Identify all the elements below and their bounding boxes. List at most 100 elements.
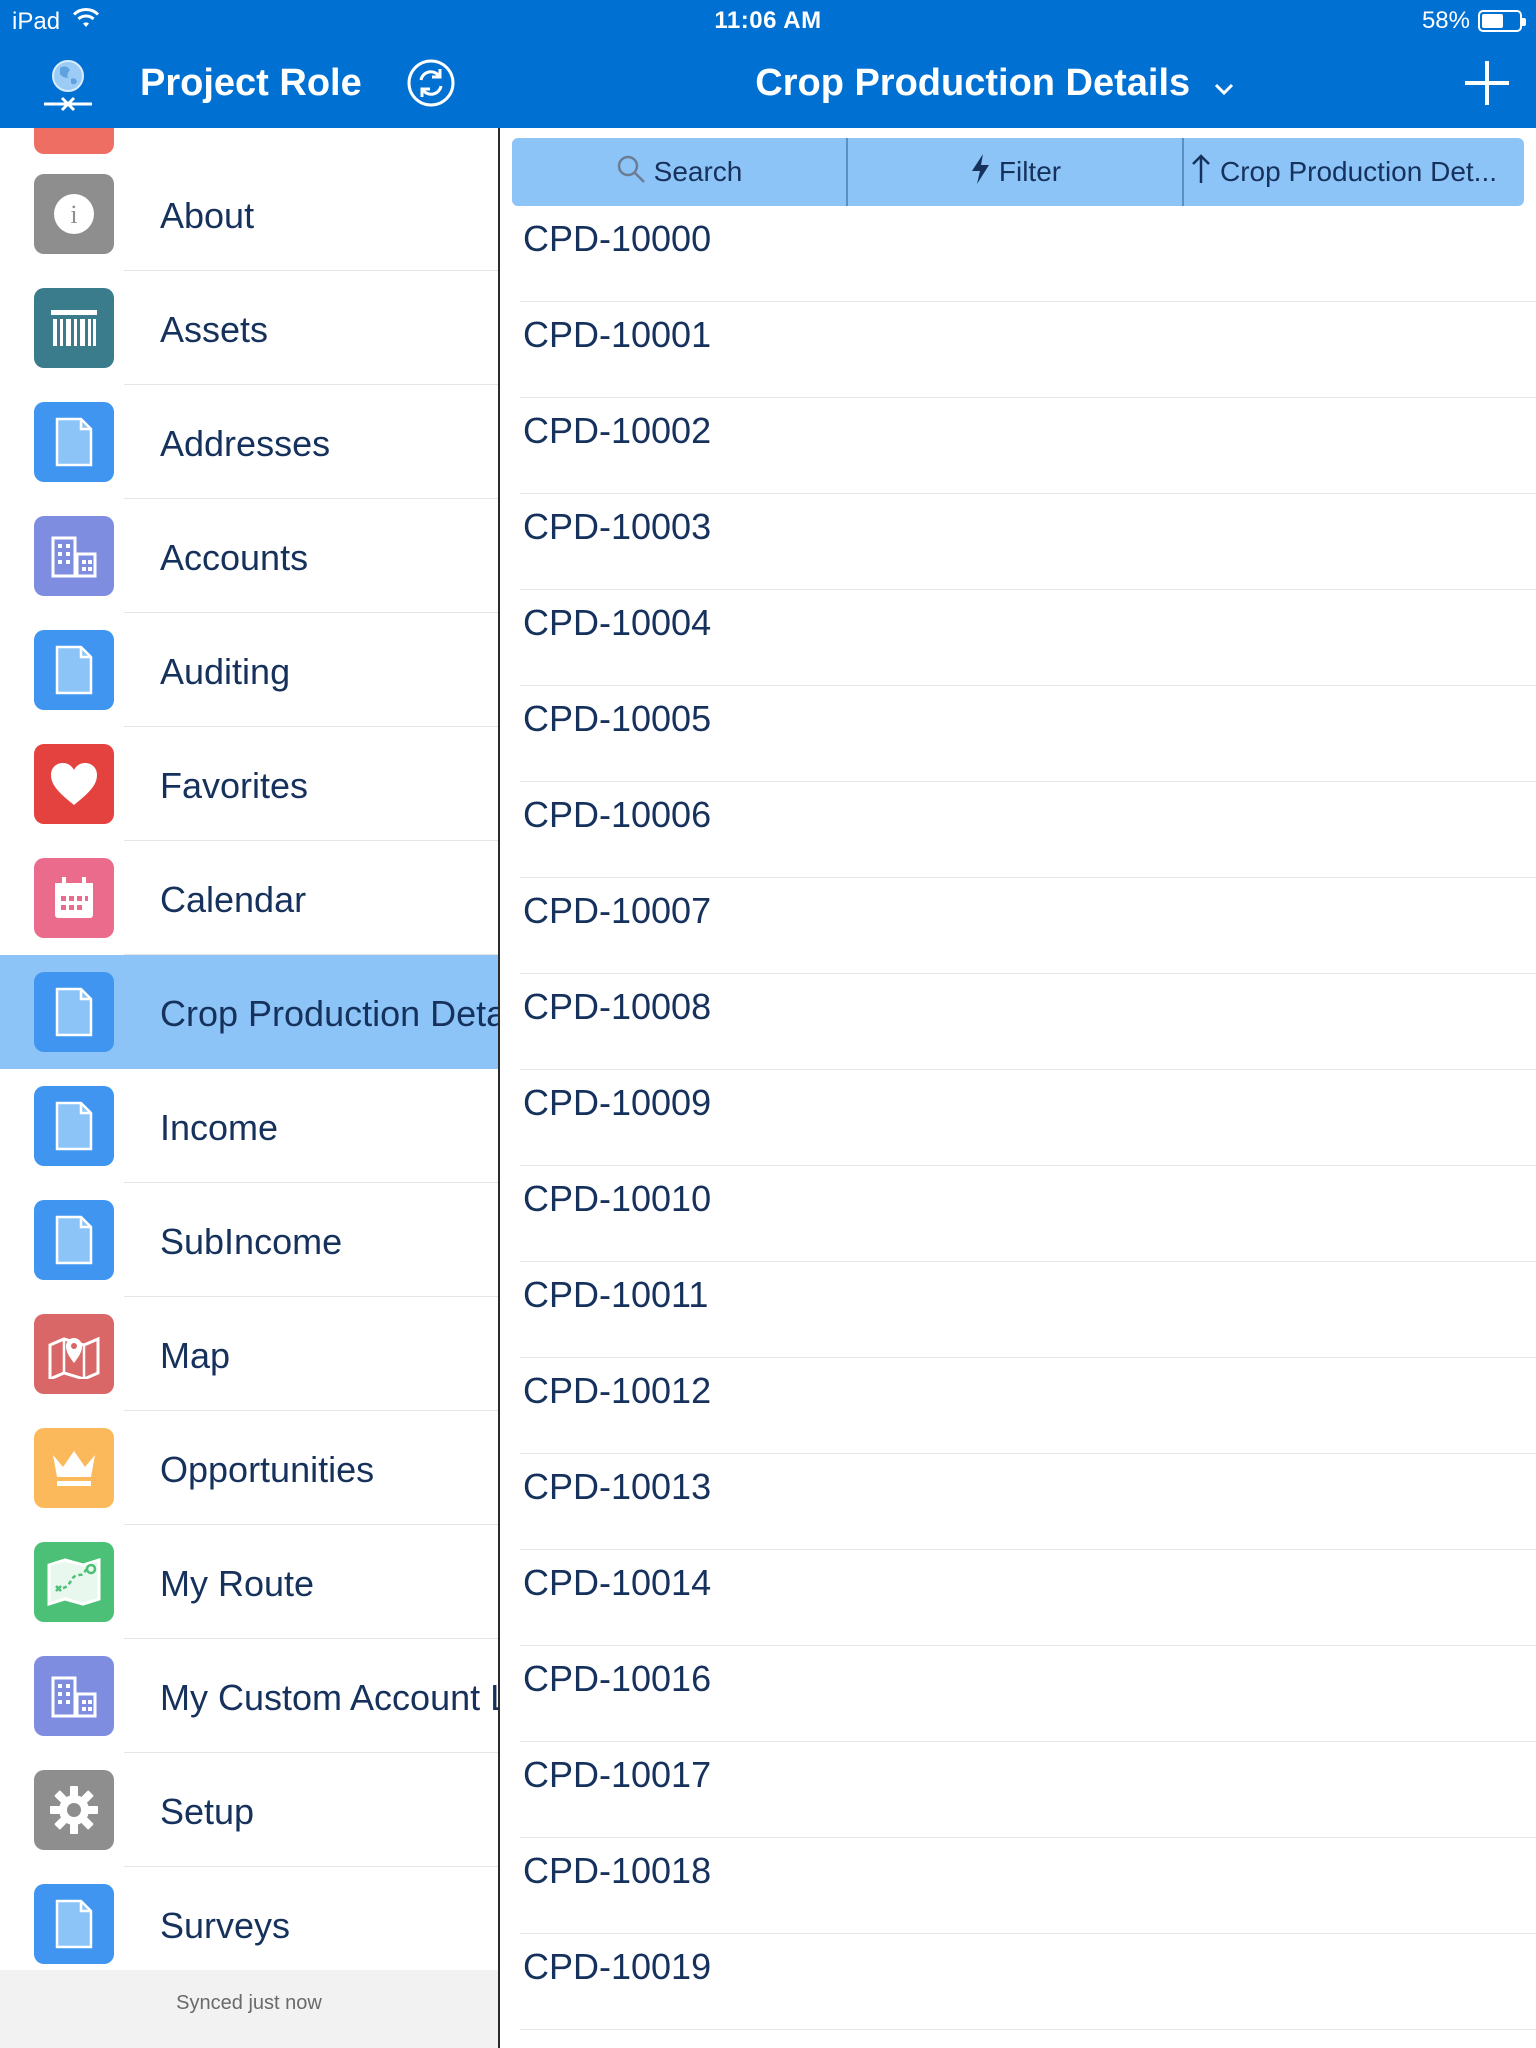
sidebar-item-label: Crop Production Details (160, 993, 498, 1034)
record-row[interactable]: CPD-10000 (502, 206, 1536, 302)
lightning-icon (969, 153, 991, 192)
record-row[interactable]: CPD-10019 (502, 1934, 1536, 2030)
document-icon (34, 1884, 114, 1964)
record-row[interactable]: CPD-10003 (502, 494, 1536, 590)
sidebar-item-label: My Route (160, 1563, 315, 1604)
sidebar-item-label: Assets (160, 309, 269, 350)
record-row[interactable]: CPD-10005 (502, 686, 1536, 782)
sidebar-item-setup[interactable]: Setup (0, 1753, 498, 1867)
record-name: CPD-10012 (523, 1370, 712, 1411)
record-row[interactable]: CPD-10017 (502, 1742, 1536, 1838)
sidebar-item-calendar[interactable]: Calendar (0, 841, 498, 955)
sidebar-item-map[interactable]: Map (0, 1297, 498, 1411)
record-name: CPD-10007 (523, 890, 712, 931)
record-name: CPD-10000 (523, 218, 712, 259)
page-title: Crop Production Details (755, 62, 1191, 104)
sidebar-item-label: Opportunities (160, 1449, 375, 1490)
sidebar-item-opportunities[interactable]: Opportunities (0, 1411, 498, 1525)
record-row[interactable]: CPD-10011 (502, 1262, 1536, 1358)
record-row[interactable]: CPD-10004 (502, 590, 1536, 686)
search-icon (616, 154, 646, 191)
document-icon (34, 972, 114, 1052)
sidebar-item-surveys[interactable]: Surveys (0, 1867, 498, 1981)
record-row[interactable]: CPD-10007 (502, 878, 1536, 974)
record-row[interactable]: CPD-10013 (502, 1454, 1536, 1550)
record-name: CPD-10008 (523, 986, 712, 1027)
sidebar-item-label: My Custom Account List (160, 1677, 498, 1718)
record-row[interactable]: CPD-10018 (502, 1838, 1536, 1934)
record-name: CPD-10017 (523, 1754, 712, 1795)
crown-icon (34, 1428, 114, 1508)
document-icon (34, 1200, 114, 1280)
document-icon (34, 630, 114, 710)
sidebar-item-about[interactable]: i About (0, 157, 498, 271)
status-time: 11:06 AM (714, 7, 822, 34)
search-button[interactable]: Search (512, 138, 846, 206)
sidebar-item-label: Addresses (160, 423, 331, 464)
record-name: CPD-10006 (523, 794, 712, 835)
record-row[interactable]: CPD-10016 (502, 1646, 1536, 1742)
nav-bar: Project Role Crop Production Details (0, 40, 1536, 128)
record-row[interactable]: CPD-10001 (502, 302, 1536, 398)
sort-label: Crop Production Det... (1220, 156, 1498, 187)
sidebar-item-label: SubIncome (160, 1221, 343, 1262)
sidebar-item-label: Income (160, 1107, 279, 1148)
record-name: CPD-10018 (523, 1850, 712, 1891)
record-name: CPD-10014 (523, 1562, 712, 1603)
info-icon: i (34, 174, 114, 254)
sidebar-item-accounts[interactable]: Accounts (0, 499, 498, 613)
record-name: CPD-10013 (523, 1466, 712, 1507)
sidebar-item-income[interactable]: Income (0, 1069, 498, 1183)
sidebar-header: Project Role (0, 40, 500, 128)
sort-button[interactable]: Crop Production Det... (1182, 138, 1524, 206)
record-name: CPD-10002 (523, 410, 712, 451)
sidebar: i About Assets Addresses Accounts Auditing Fav… (0, 128, 500, 2048)
sidebar-item-label: Auditing (160, 651, 291, 692)
sidebar-item-label: Accounts (160, 537, 309, 578)
record-name: CPD-10010 (523, 1178, 712, 1219)
record-row[interactable]: CPD-10006 (502, 782, 1536, 878)
filter-button[interactable]: Filter (846, 138, 1182, 206)
arrow-up-icon (1190, 153, 1212, 192)
sidebar-item-favorites[interactable]: Favorites (0, 727, 498, 841)
sidebar-item-assets[interactable]: Assets (0, 271, 498, 385)
map-icon (34, 1314, 114, 1394)
sidebar-item-my-route[interactable]: My Route (0, 1525, 498, 1639)
add-record-button[interactable] (1462, 58, 1512, 108)
record-row[interactable]: CPD-10012 (502, 1358, 1536, 1454)
sidebar-item-auditing[interactable]: Auditing (0, 613, 498, 727)
sync-icon[interactable] (406, 58, 456, 108)
object-selector[interactable]: Crop Production Details (500, 62, 1490, 106)
sidebar-item-my-custom-account-list[interactable]: My Custom Account List (0, 1639, 498, 1753)
document-icon (34, 402, 114, 482)
record-row[interactable]: CPD-10010 (502, 1166, 1536, 1262)
route-icon (34, 1542, 114, 1622)
status-bar: iPad 11:06 AM 58% (0, 0, 1536, 40)
barcode-icon (34, 288, 114, 368)
record-list-panel: Search Filter Crop Production Det... CPD… (502, 128, 1536, 2048)
record-row[interactable]: CPD-10008 (502, 974, 1536, 1070)
battery-percent: 58% (1421, 7, 1470, 34)
sync-status: Synced just now (0, 1970, 498, 2048)
sidebar-menu: i About Assets Addresses Accounts Auditing Fav… (0, 157, 498, 1981)
sidebar-item-crop-production-details[interactable]: Crop Production Details (0, 955, 498, 1069)
heart-icon (34, 744, 114, 824)
battery-icon (1478, 10, 1526, 32)
list-toolbar: Search Filter Crop Production Det... (512, 138, 1524, 206)
sidebar-item-addresses[interactable]: Addresses (0, 385, 498, 499)
sidebar-item-label: Surveys (160, 1905, 291, 1946)
record-name: CPD-10001 (523, 314, 712, 355)
building-icon (34, 1656, 114, 1736)
record-list: CPD-10000 CPD-10001 CPD-10002 CPD-10003 CPD-… (502, 206, 1536, 2030)
building-icon (34, 516, 114, 596)
record-row[interactable]: CPD-10009 (502, 1070, 1536, 1166)
partial-menu-icon (34, 128, 114, 154)
app-title: Project Role (140, 62, 362, 104)
globe-icon[interactable] (40, 54, 96, 114)
sidebar-item-label: About (160, 195, 255, 236)
chevron-down-icon (1213, 63, 1235, 106)
record-row[interactable]: CPD-10002 (502, 398, 1536, 494)
svg-text:i: i (70, 200, 77, 229)
sidebar-item-subincome[interactable]: SubIncome (0, 1183, 498, 1297)
record-row[interactable]: CPD-10014 (502, 1550, 1536, 1646)
